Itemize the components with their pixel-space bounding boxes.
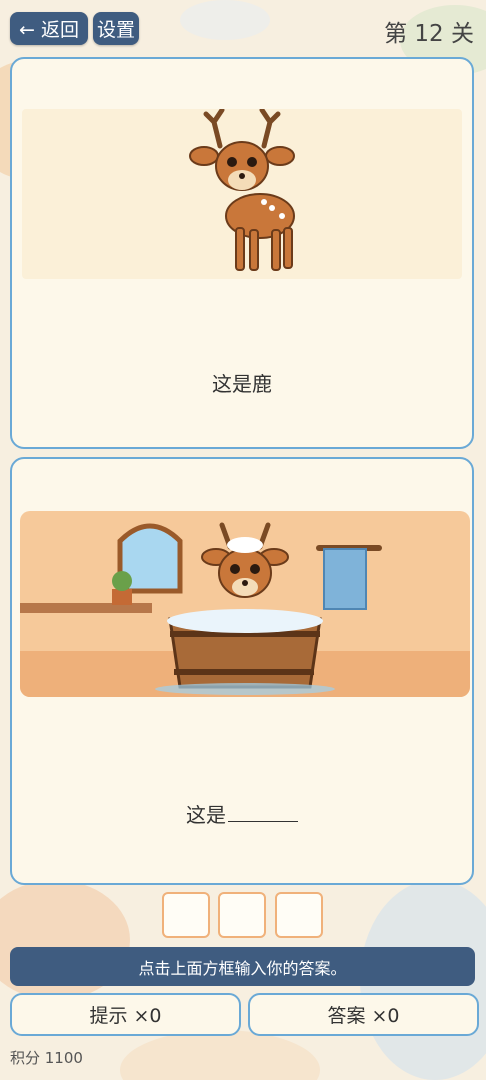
score-display: 积分 1100 xyxy=(10,1049,83,1067)
answer-button[interactable]: 答案 ×0 xyxy=(248,993,479,1036)
deer-in-bathtub-icon xyxy=(20,511,470,697)
deer-image xyxy=(22,107,462,279)
answer-box-3[interactable] xyxy=(275,892,323,938)
level-indicator: 第 12 关 xyxy=(384,21,474,47)
question-prefix: 这是 xyxy=(186,803,226,827)
example-caption: 这是鹿 xyxy=(212,372,272,396)
deer-icon xyxy=(189,107,295,271)
back-button[interactable]: ← 返回 xyxy=(10,12,88,45)
hint-button[interactable]: 提示 ×0 xyxy=(10,993,241,1036)
answer-blank xyxy=(228,820,298,822)
deer-bath-image xyxy=(20,511,470,697)
question-caption: 这是 xyxy=(12,799,472,828)
answer-box-2[interactable] xyxy=(218,892,266,938)
instruction-banner: 点击上面方框输入你的答案。 xyxy=(10,947,475,986)
settings-button[interactable]: 设置 xyxy=(93,12,139,45)
answer-box-1[interactable] xyxy=(162,892,210,938)
example-card: 这是鹿 xyxy=(10,57,474,449)
question-card: 这是 xyxy=(10,457,474,885)
